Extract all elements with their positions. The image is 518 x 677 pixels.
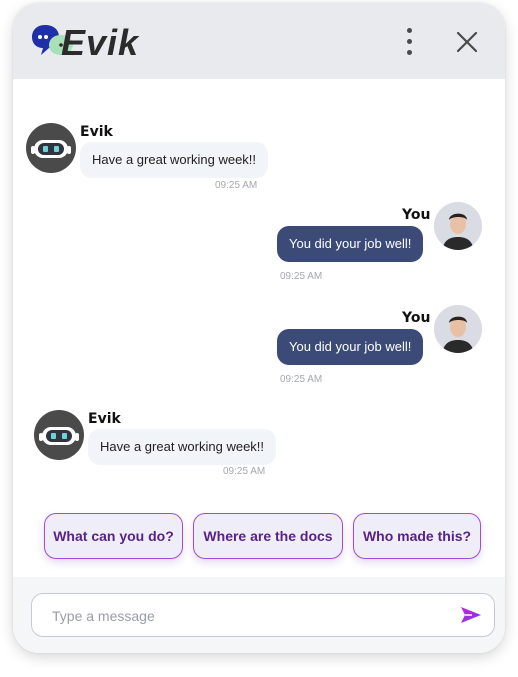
user-photo-icon bbox=[434, 202, 482, 250]
bot-message-bubble: Have a great working week!! bbox=[80, 142, 269, 178]
message-sender: Evik bbox=[88, 411, 121, 427]
robot-icon bbox=[31, 140, 71, 158]
chat-header: Evik bbox=[13, 3, 505, 79]
message-time: 09:25 AM bbox=[280, 271, 323, 282]
user-photo-icon bbox=[434, 305, 482, 353]
evik-logo: Evik bbox=[31, 21, 161, 63]
bot-avatar bbox=[26, 123, 76, 173]
composer-bar bbox=[13, 577, 505, 653]
message-time: 09:25 AM bbox=[280, 374, 323, 385]
user-message-bubble: You did your job well! bbox=[277, 226, 424, 262]
message-time: 09:25 AM bbox=[215, 180, 258, 191]
user-avatar bbox=[434, 202, 482, 250]
robot-icon bbox=[39, 427, 79, 445]
message-input[interactable] bbox=[50, 594, 454, 637]
close-icon bbox=[456, 31, 478, 53]
user-message-bubble: You did your job well! bbox=[277, 329, 424, 365]
close-button[interactable] bbox=[453, 28, 481, 56]
message-input-box bbox=[31, 593, 495, 637]
message-time: 09:25 AM bbox=[223, 466, 266, 477]
bot-message-bubble: Have a great working week!! bbox=[88, 429, 277, 465]
more-options-button[interactable] bbox=[399, 26, 419, 58]
user-avatar bbox=[434, 305, 482, 353]
send-icon bbox=[461, 607, 481, 623]
message-sender: You bbox=[402, 310, 431, 326]
bot-avatar bbox=[34, 410, 84, 460]
send-button[interactable] bbox=[460, 606, 482, 624]
logo-text: Evik bbox=[61, 22, 140, 63]
quick-reply-what-can-you-do[interactable]: What can you do? bbox=[44, 513, 183, 559]
quick-reply-where-are-the-docs[interactable]: Where are the docs bbox=[193, 513, 343, 559]
message-sender: Evik bbox=[80, 124, 113, 140]
message-sender: You bbox=[402, 207, 431, 223]
chat-widget: Evik Evik Have a great working week!! 09… bbox=[13, 3, 505, 653]
quick-reply-who-made-this[interactable]: Who made this? bbox=[353, 513, 481, 559]
